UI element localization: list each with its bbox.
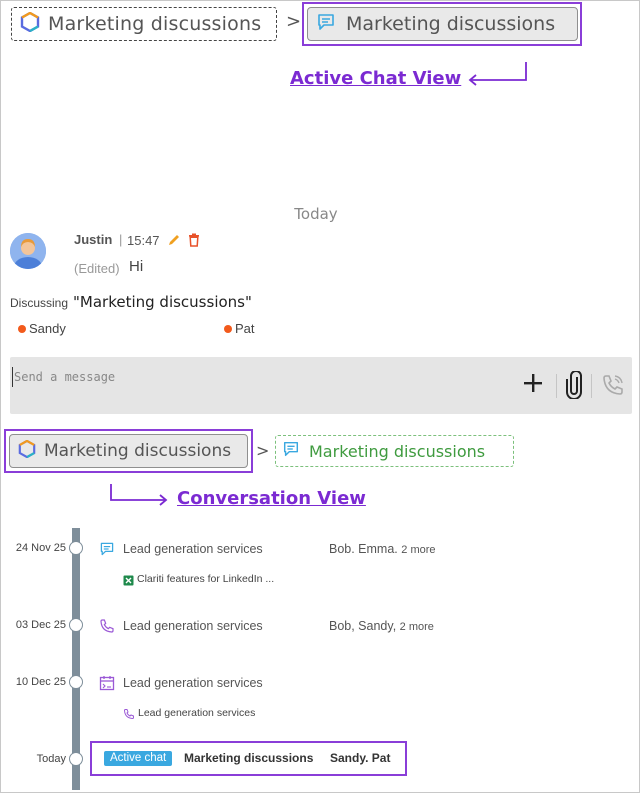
plus-icon[interactable]	[522, 372, 544, 399]
conversation-breadcrumb-link[interactable]: Marketing discussions	[11, 7, 277, 41]
timeline-item-sub[interactable]: Clariti features for LinkedIn ...	[137, 573, 274, 585]
chat-icon	[99, 541, 115, 562]
app-logo-icon	[18, 439, 36, 463]
message-edited-label: (Edited)	[74, 261, 120, 276]
attachment-icon[interactable]	[565, 370, 583, 404]
more-people-link[interactable]: 2 more	[400, 621, 434, 633]
timeline-date: 24 Nov 25	[15, 542, 66, 554]
phone-icon	[123, 707, 135, 725]
toolbar-divider	[591, 374, 592, 398]
timeline-date: 03 Dec 25	[15, 619, 66, 631]
message-timestamp: 15:47	[127, 233, 160, 248]
active-chat-breadcrumb-link[interactable]: Marketing discussions	[275, 435, 514, 467]
delete-icon[interactable]	[188, 233, 200, 252]
timeline-node	[69, 752, 83, 766]
conversation-breadcrumb-label: Marketing discussions	[48, 13, 262, 35]
day-separator: Today	[294, 205, 338, 223]
discussing-label: Discussing	[10, 296, 69, 310]
conversation-breadcrumb-button[interactable]: Marketing discussions	[9, 434, 248, 468]
participant-sandy[interactable]: Sandy	[18, 321, 66, 336]
discussing-title: "Marketing discussions"	[73, 293, 252, 311]
conversation-view-callout: Conversation View	[177, 488, 366, 509]
active-chat-breadcrumb-label: Marketing discussions	[346, 13, 556, 35]
message-composer	[10, 357, 632, 414]
message-author: Justin	[74, 232, 113, 247]
timeline-item-title[interactable]: Lead generation services	[123, 676, 263, 690]
timeline-node	[69, 541, 83, 555]
active-chat-people: Sandy. Pat	[330, 751, 391, 765]
chat-icon	[316, 12, 336, 37]
people-names: Bob, Sandy,	[329, 619, 397, 633]
avatar	[10, 233, 46, 269]
participant-name: Pat	[235, 321, 255, 336]
call-icon[interactable]	[601, 373, 625, 402]
participant-pat[interactable]: Pat	[224, 321, 255, 336]
app-logo-icon	[20, 11, 40, 37]
timeline-item-title[interactable]: Lead generation services	[123, 542, 263, 556]
people-names: Bob. Emma.	[329, 542, 398, 556]
toolbar-divider	[556, 374, 557, 398]
message-meta-separator: |	[119, 232, 123, 247]
calendar-icon	[99, 675, 115, 696]
participant-name: Sandy	[29, 321, 66, 336]
conversation-breadcrumb-label: Marketing discussions	[44, 441, 232, 461]
timeline-bar	[72, 528, 80, 790]
timeline-node	[69, 618, 83, 632]
active-chat-title[interactable]: Marketing discussions	[184, 751, 313, 765]
timeline-item-people: Bob. Emma. 2 more	[329, 542, 436, 556]
timeline-date: Today	[36, 753, 66, 765]
active-chat-badge: Active chat	[104, 751, 173, 766]
active-chat-breadcrumb-label: Marketing discussions	[309, 441, 486, 461]
breadcrumb-chevron-icon: >	[286, 11, 302, 32]
chat-icon	[282, 440, 300, 462]
more-people-link[interactable]: 2 more	[401, 544, 435, 556]
message-text: Hi	[129, 258, 144, 275]
edit-icon[interactable]	[167, 233, 181, 252]
callout-arrow-icon	[468, 62, 527, 86]
phone-icon	[99, 618, 115, 639]
spreadsheet-icon	[123, 573, 134, 591]
breadcrumb-chevron-icon: >	[256, 441, 270, 460]
timeline-item-title[interactable]: Lead generation services	[123, 619, 263, 633]
timeline-item-sub[interactable]: Lead generation services	[138, 707, 255, 719]
timeline-item-people: Bob, Sandy, 2 more	[329, 619, 434, 633]
active-chat-view-callout: Active Chat View	[290, 68, 462, 89]
active-chat-breadcrumb-button[interactable]: Marketing discussions	[307, 7, 578, 41]
message-input[interactable]	[12, 367, 492, 387]
status-dot-icon	[224, 324, 232, 333]
callout-arrow-icon	[110, 484, 168, 506]
status-dot-icon	[18, 324, 26, 333]
timeline-date: 10 Dec 25	[15, 676, 66, 688]
timeline-node	[69, 675, 83, 689]
